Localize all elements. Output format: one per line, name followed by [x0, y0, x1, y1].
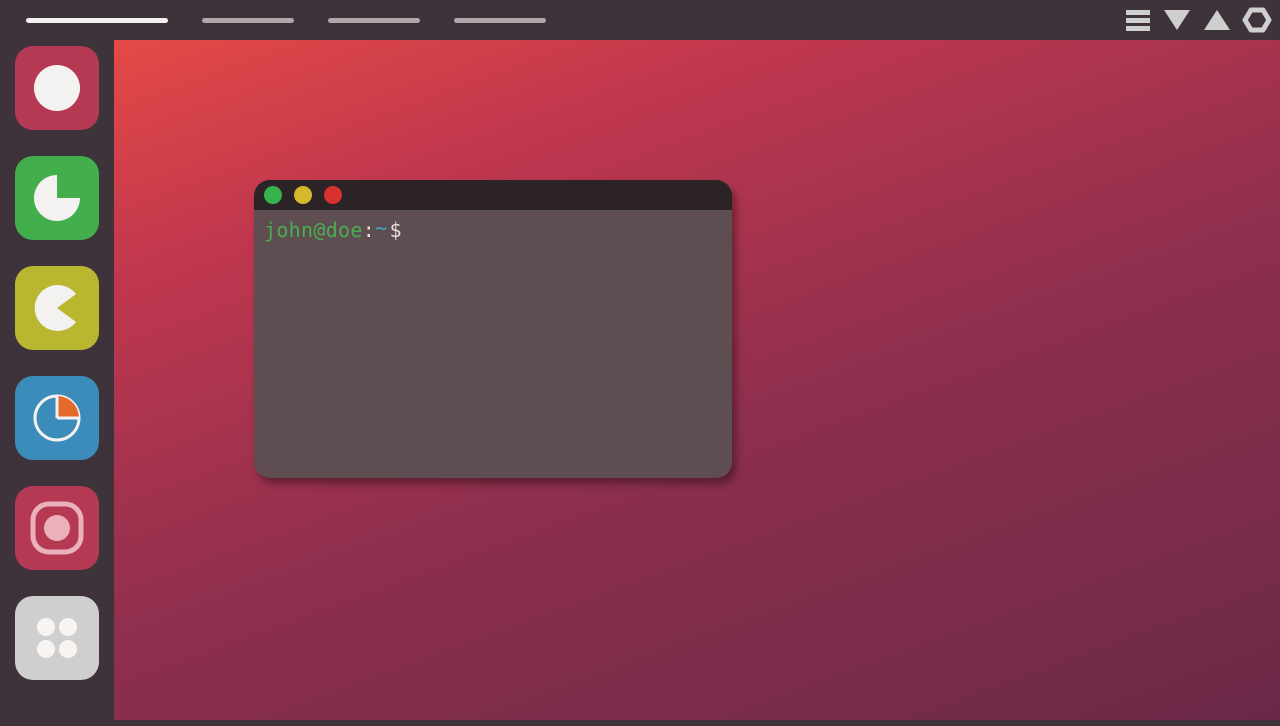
prompt-user: john: [264, 218, 313, 242]
maximize-button[interactable]: [294, 186, 312, 204]
dock-app-4[interactable]: [15, 376, 99, 460]
terminal-titlebar[interactable]: [254, 180, 732, 210]
pacman-icon: [31, 282, 83, 334]
prompt-cwd: ~: [375, 216, 387, 240]
launcher-dock: [0, 40, 114, 726]
dock-app-1[interactable]: [15, 46, 99, 130]
prompt-host: doe: [326, 218, 363, 242]
dock-app-2[interactable]: [15, 156, 99, 240]
dock-app-6[interactable]: [15, 596, 99, 680]
terminal-window[interactable]: john@doe:~$: [254, 180, 732, 478]
prompt-symbol: $: [389, 218, 401, 242]
grid-icon: [31, 612, 83, 664]
record-icon: [27, 498, 87, 558]
menu-icon[interactable]: [1124, 6, 1152, 34]
triangle-down-icon[interactable]: [1162, 6, 1192, 34]
chart-icon: [29, 390, 85, 446]
system-indicators: [1124, 0, 1272, 40]
menu-item-1[interactable]: [26, 18, 168, 23]
menu-item-4[interactable]: [454, 18, 546, 23]
close-button[interactable]: [324, 186, 342, 204]
top-panel: [0, 0, 1280, 40]
circle-icon: [31, 62, 83, 114]
menu-item-3[interactable]: [328, 18, 420, 23]
triangle-up-icon[interactable]: [1202, 6, 1232, 34]
prompt-at: @: [313, 218, 325, 242]
dock-app-3[interactable]: [15, 266, 99, 350]
terminal-body[interactable]: john@doe:~$: [254, 210, 732, 250]
pie-icon: [31, 172, 83, 224]
hexagon-icon[interactable]: [1242, 6, 1272, 34]
desktop[interactable]: john@doe:~$: [114, 40, 1280, 720]
minimize-button[interactable]: [264, 186, 282, 204]
dock-app-5[interactable]: [15, 486, 99, 570]
top-menu: [26, 18, 546, 23]
menu-item-2[interactable]: [202, 18, 294, 23]
prompt-colon: :: [363, 218, 375, 242]
